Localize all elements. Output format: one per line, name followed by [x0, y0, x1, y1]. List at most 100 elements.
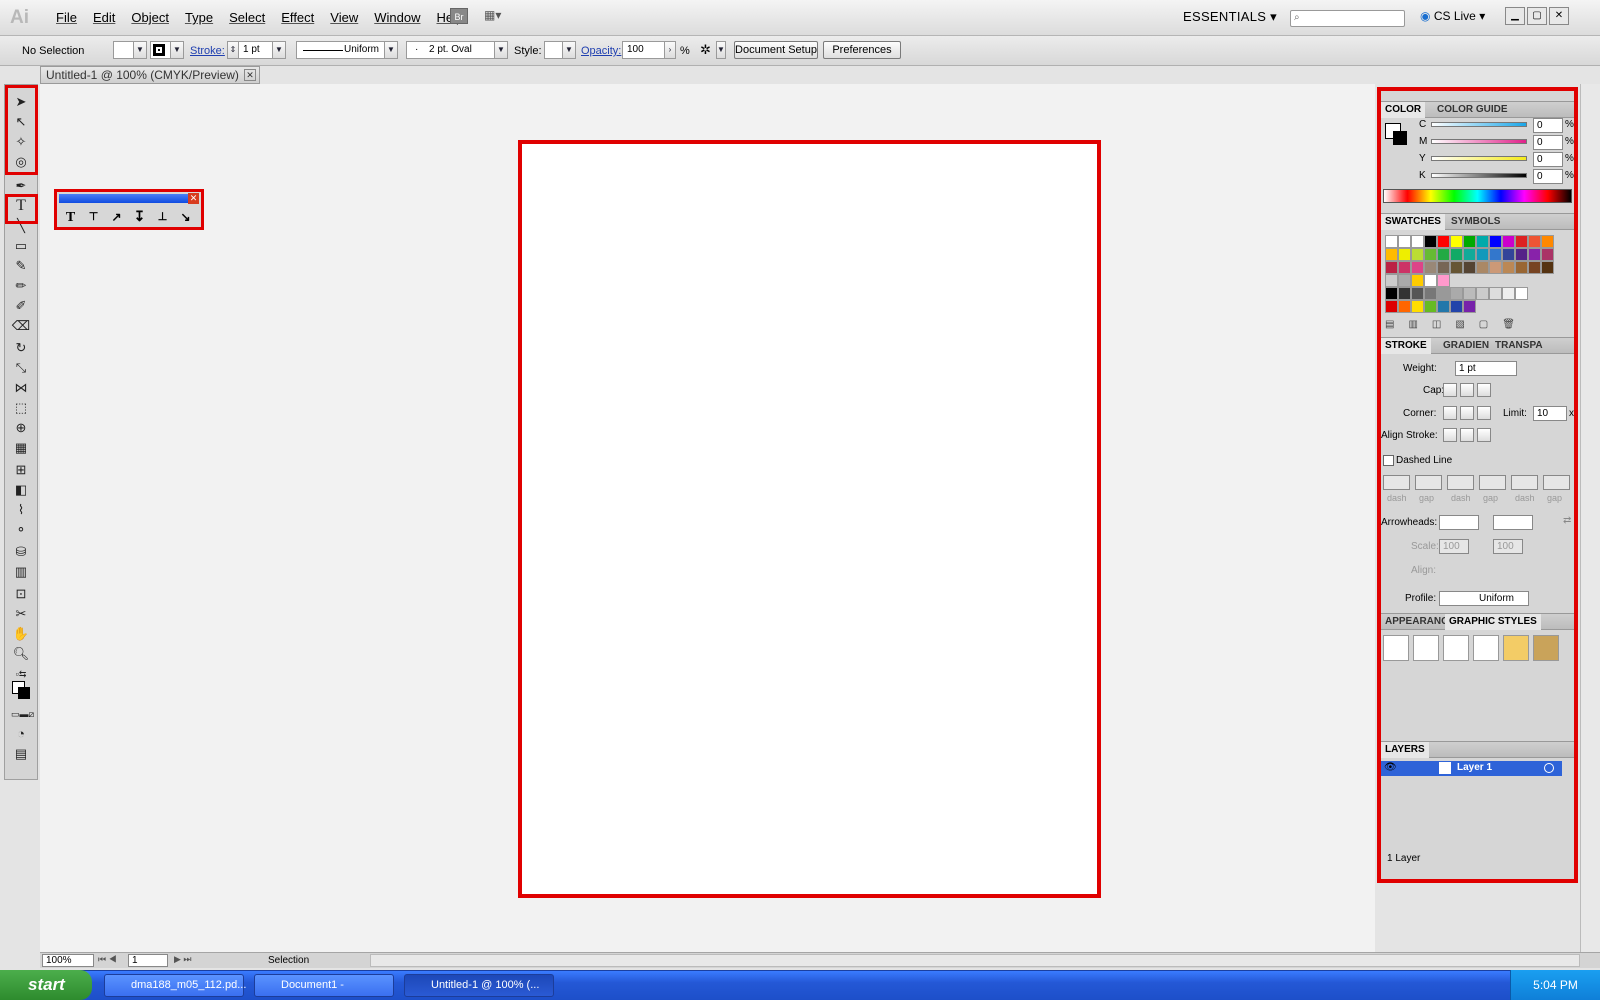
maximize-icon[interactable]: ▢: [1527, 7, 1547, 25]
swatch-footer-icons[interactable]: ▤▥◫▧▢🗑︎: [1385, 319, 1529, 330]
close-document-icon[interactable]: ✕: [244, 69, 256, 81]
end-arrowhead-select[interactable]: [1493, 515, 1533, 530]
swatch[interactable]: [1385, 261, 1398, 274]
taskbar-item-word[interactable]: Document1 - Microsof...: [254, 974, 394, 997]
swatch[interactable]: [1437, 261, 1450, 274]
swatch[interactable]: [1463, 287, 1476, 300]
channel-value-k[interactable]: 0: [1533, 169, 1563, 184]
start-arrowhead-select[interactable]: [1439, 515, 1479, 530]
start-scale-field[interactable]: 100: [1439, 539, 1469, 554]
drawing-mode-icon[interactable]: ◔: [11, 725, 31, 743]
flyout-title-bar[interactable]: [59, 194, 199, 203]
opacity-field[interactable]: 100: [622, 41, 666, 59]
dashed-line-checkbox[interactable]: [1383, 455, 1394, 466]
swatch[interactable]: [1437, 300, 1450, 313]
swatch[interactable]: [1450, 300, 1463, 313]
swatch[interactable]: [1528, 261, 1541, 274]
graphic-style-swatch[interactable]: [1413, 635, 1439, 661]
swatch[interactable]: [1398, 287, 1411, 300]
layer-row[interactable]: 👁︎ Layer 1: [1381, 761, 1562, 776]
swatch[interactable]: [1411, 274, 1424, 287]
menu-window[interactable]: Window: [366, 10, 428, 25]
rotate-tool-icon[interactable]: ↻: [11, 339, 31, 357]
align-outside-icon[interactable]: [1477, 428, 1491, 442]
hand-tool-icon[interactable]: ✋: [11, 625, 31, 643]
profile-dropdown[interactable]: ▼: [384, 41, 398, 59]
screen-mode-icon[interactable]: ▤: [11, 745, 31, 763]
swatch[interactable]: [1541, 248, 1554, 261]
swatch[interactable]: [1476, 261, 1489, 274]
channel-value-m[interactable]: 0: [1533, 135, 1563, 150]
status-text[interactable]: Selection: [268, 955, 309, 966]
swatch[interactable]: [1515, 261, 1528, 274]
swatch[interactable]: [1385, 300, 1398, 313]
weight-field[interactable]: 1 pt: [1455, 361, 1517, 376]
flyout-close-icon[interactable]: ✕: [188, 193, 199, 204]
gap-field[interactable]: [1415, 475, 1442, 490]
graphic-style-swatch[interactable]: [1473, 635, 1499, 661]
bevel-join-icon[interactable]: [1477, 406, 1491, 420]
swatch[interactable]: [1398, 274, 1411, 287]
menu-object[interactable]: Object: [123, 10, 177, 25]
swatch[interactable]: [1463, 248, 1476, 261]
projecting-cap-icon[interactable]: [1477, 383, 1491, 397]
vertical-scrollbar[interactable]: [1580, 84, 1600, 952]
graphic-style-box[interactable]: [544, 41, 564, 59]
document-tab[interactable]: Untitled-1 @ 100% (CMYK/Preview) ✕: [40, 66, 260, 84]
swatch[interactable]: [1385, 287, 1398, 300]
tab-gradient[interactable]: GRADIEN: [1443, 340, 1489, 351]
gap-field[interactable]: [1479, 475, 1506, 490]
stroke-swatch-icon[interactable]: [1393, 131, 1407, 145]
profile-select[interactable]: Uniform: [1439, 591, 1529, 606]
horizontal-scrollbar[interactable]: [370, 954, 1580, 967]
preferences-button[interactable]: Preferences: [823, 41, 901, 59]
target-icon[interactable]: [1544, 763, 1554, 773]
color-mode-icons[interactable]: ▭▬⧄: [11, 705, 34, 723]
close-icon[interactable]: ✕: [1549, 7, 1569, 25]
artboard-nav-first-icon[interactable]: ⏮ ◀: [98, 954, 117, 965]
rectangle-tool-icon[interactable]: ▭: [11, 237, 31, 255]
swatch[interactable]: [1424, 274, 1437, 287]
swatch[interactable]: [1385, 235, 1398, 248]
swatch[interactable]: [1424, 235, 1437, 248]
width-tool-icon[interactable]: ⋈: [11, 379, 31, 397]
artboard-nav-last-icon[interactable]: ▶ ⏭: [174, 954, 192, 965]
tab-color-guide[interactable]: COLOR GUIDE: [1437, 104, 1508, 115]
pen-tool-icon[interactable]: ✒: [11, 177, 31, 195]
perspective-grid-tool-icon[interactable]: ▦: [11, 439, 31, 457]
swatch[interactable]: [1541, 235, 1554, 248]
swatch[interactable]: [1450, 248, 1463, 261]
dash-field[interactable]: [1511, 475, 1538, 490]
menu-effect[interactable]: Effect: [273, 10, 322, 25]
scale-tool-icon[interactable]: ⤡: [11, 359, 31, 377]
swatch[interactable]: [1476, 248, 1489, 261]
swatch[interactable]: [1515, 287, 1528, 300]
swatch[interactable]: [1528, 248, 1541, 261]
swatch[interactable]: [1515, 235, 1528, 248]
graphic-style-swatch[interactable]: [1533, 635, 1559, 661]
minimize-icon[interactable]: ▁: [1505, 7, 1525, 25]
eye-icon[interactable]: 👁︎: [1384, 762, 1397, 773]
tab-symbols[interactable]: SYMBOLS: [1451, 216, 1500, 227]
swatch[interactable]: [1450, 261, 1463, 274]
channel-value-y[interactable]: 0: [1533, 152, 1563, 167]
recolor-dropdown[interactable]: ▼: [716, 41, 726, 59]
swatch[interactable]: [1489, 235, 1502, 248]
swatch[interactable]: [1463, 235, 1476, 248]
menu-type[interactable]: Type: [177, 10, 221, 25]
butt-cap-icon[interactable]: [1443, 383, 1457, 397]
swatch[interactable]: [1398, 235, 1411, 248]
swatch[interactable]: [1463, 300, 1476, 313]
gradient-tool-icon[interactable]: ◧: [11, 481, 31, 499]
swatch[interactable]: [1398, 248, 1411, 261]
vertical-type-tool-icon[interactable]: ↧: [130, 207, 149, 226]
document-setup-button[interactable]: Document Setup: [734, 41, 818, 59]
cs-live-menu[interactable]: ◉ CS Live ▾: [1420, 9, 1485, 23]
vertical-area-type-tool-icon[interactable]: ⊥: [153, 207, 172, 226]
start-button[interactable]: start: [0, 970, 92, 1000]
area-type-tool-icon[interactable]: ⊤: [84, 207, 103, 226]
swatch[interactable]: [1424, 248, 1437, 261]
workspace-switcher[interactable]: ESSENTIALS ▾: [1183, 9, 1277, 25]
swatch[interactable]: [1502, 287, 1515, 300]
shape-builder-tool-icon[interactable]: ⊕: [11, 419, 31, 437]
